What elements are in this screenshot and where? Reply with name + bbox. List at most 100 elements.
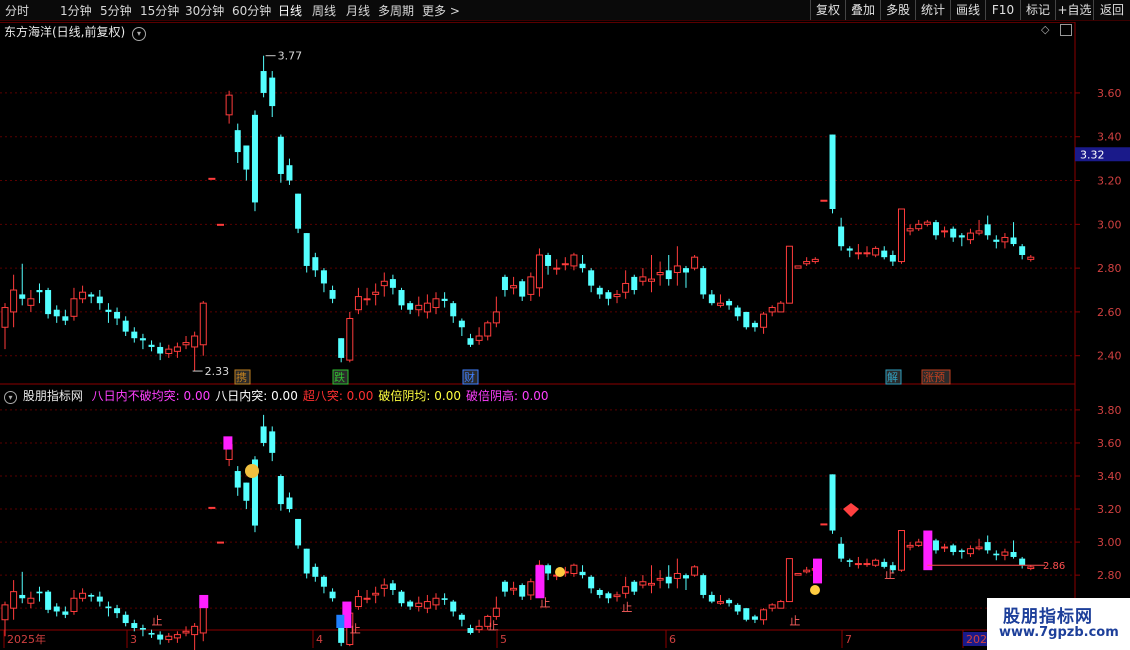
toolbar-button-4[interactable]: 画线 bbox=[950, 0, 985, 20]
period-tab-10[interactable]: 更多 > bbox=[422, 2, 460, 19]
period-tab-8[interactable]: 月线 bbox=[346, 2, 370, 19]
price-candle bbox=[441, 298, 448, 301]
price-candle bbox=[251, 114, 258, 203]
kline-chart[interactable]: 3.60 3.40 3.20 3.00 2.80 2.60 2.40 3.80 3.60 3.40… bbox=[0, 0, 1130, 650]
period-tab-2[interactable]: 5分钟 bbox=[100, 2, 132, 19]
price-candle bbox=[398, 290, 405, 306]
price-candle bbox=[260, 71, 267, 93]
price-candle bbox=[743, 311, 750, 328]
indicator-candle bbox=[165, 635, 173, 641]
diamond-icon[interactable]: ◇ bbox=[1041, 23, 1049, 36]
event-marker-box bbox=[885, 369, 902, 385]
price-candle bbox=[897, 208, 905, 263]
indicator-candle bbox=[915, 541, 923, 546]
toolbar-button-5[interactable]: F10 bbox=[985, 0, 1020, 20]
price-candle bbox=[243, 145, 250, 170]
price-candle bbox=[458, 320, 465, 328]
price-candle bbox=[665, 270, 672, 280]
period-tab-1[interactable]: 1分钟 bbox=[60, 2, 92, 19]
price-candle bbox=[535, 254, 543, 289]
period-tab-4[interactable]: 30分钟 bbox=[185, 2, 224, 19]
indicator-settings-icon[interactable]: ▾ bbox=[4, 391, 17, 404]
time-cursor-box bbox=[963, 632, 989, 646]
price-candle bbox=[932, 222, 939, 236]
price-candle bbox=[958, 235, 965, 238]
stock-title[interactable]: 东方海洋(日线,前复权) ▾ bbox=[4, 23, 147, 41]
price-candle bbox=[139, 338, 146, 341]
period-tab-5[interactable]: 60分钟 bbox=[232, 2, 271, 19]
price-candle bbox=[854, 252, 862, 255]
indicator-candle bbox=[157, 634, 164, 640]
time-label: 6 bbox=[669, 633, 676, 646]
indicator-candle bbox=[191, 625, 199, 636]
indicator-candle bbox=[950, 545, 957, 552]
price-candle bbox=[492, 311, 500, 324]
stop-label: 止 bbox=[621, 601, 632, 614]
indicator-candle bbox=[277, 476, 284, 505]
price-tick-label: 2.60 bbox=[1097, 306, 1122, 319]
price-candle bbox=[838, 226, 845, 247]
indicator-candle bbox=[501, 581, 508, 592]
price-candle bbox=[131, 331, 138, 339]
price-tick-label: 3.20 bbox=[1097, 175, 1122, 188]
price-candle bbox=[372, 291, 380, 295]
price-candle bbox=[631, 276, 638, 291]
price-candle bbox=[716, 302, 724, 306]
price-candle bbox=[975, 230, 983, 234]
indicator-candle bbox=[225, 444, 233, 460]
indicator-name[interactable]: 股朋指标网 bbox=[23, 389, 83, 403]
indicator-candle bbox=[777, 601, 785, 609]
indicator-candle bbox=[363, 597, 371, 600]
signal-bar bbox=[813, 558, 823, 584]
price-candle bbox=[881, 250, 888, 258]
indicator-candle bbox=[975, 546, 983, 550]
time-label: 5 bbox=[500, 633, 507, 646]
event-marker-label: 财 bbox=[464, 370, 475, 384]
indicator-candle bbox=[811, 568, 819, 571]
signal-bar bbox=[223, 436, 233, 450]
price-tick-label: 3.60 bbox=[1097, 87, 1122, 100]
price-candle bbox=[561, 263, 569, 266]
period-tab-9[interactable]: 多周期 bbox=[378, 2, 414, 19]
indicator-candle bbox=[768, 604, 776, 609]
indicator-candle bbox=[243, 482, 250, 501]
price-candle bbox=[984, 224, 991, 236]
period-tab-7[interactable]: 周线 bbox=[312, 2, 336, 19]
event-marker-box bbox=[234, 369, 251, 385]
period-tab-6[interactable]: 日线 bbox=[278, 2, 302, 19]
indicator-candle bbox=[492, 607, 500, 617]
toolbar-button-1[interactable]: 叠加 bbox=[845, 0, 880, 20]
toolbar-button-3[interactable]: 统计 bbox=[915, 0, 950, 20]
toolbar-button-2[interactable]: 多股 bbox=[880, 0, 915, 20]
price-candle bbox=[993, 239, 1000, 242]
indicator-candle bbox=[131, 623, 138, 628]
indicator-candle bbox=[303, 548, 310, 574]
indicator-candle bbox=[1010, 552, 1017, 557]
toolbar-button-0[interactable]: 复权 bbox=[810, 0, 845, 20]
stock-title-text: 东方海洋(日线,前复权) bbox=[4, 25, 126, 39]
toolbar-button-8[interactable]: 返回 bbox=[1093, 0, 1130, 20]
maximize-icon[interactable] bbox=[1060, 24, 1072, 36]
chevron-down-icon[interactable]: ▾ bbox=[132, 27, 147, 41]
indicator-candle bbox=[286, 497, 293, 510]
indicator-candle bbox=[639, 581, 647, 586]
indicator-candle bbox=[785, 558, 793, 603]
period-tab-3[interactable]: 15分钟 bbox=[140, 2, 179, 19]
price-candle bbox=[1010, 237, 1017, 245]
toolbar-button-7[interactable]: +自选 bbox=[1055, 0, 1093, 20]
indicator-tick-label: 3.00 bbox=[1097, 536, 1122, 549]
toolbar-button-6[interactable]: 标记 bbox=[1020, 0, 1055, 20]
event-marker-box bbox=[332, 369, 349, 385]
watermark-title: 股朋指标网 bbox=[1003, 607, 1093, 627]
price-candle bbox=[173, 346, 181, 352]
indicator-candle bbox=[234, 471, 241, 488]
support-label: 2.86 bbox=[1043, 561, 1065, 572]
indicator-candle bbox=[346, 612, 354, 646]
indicator-candle bbox=[122, 614, 129, 624]
time-label: 202 bbox=[966, 633, 987, 646]
price-candle bbox=[484, 322, 492, 337]
period-tab-0[interactable]: 分时 bbox=[5, 2, 29, 19]
period-toolbar: 分时 1分钟 5分钟 15分钟 30分钟 60分钟 日线 周线 月线 多周期 更多 > 复权 叠加 多股统… bbox=[0, 0, 1130, 21]
price-candle bbox=[303, 233, 310, 266]
indicator-candle bbox=[535, 564, 543, 591]
